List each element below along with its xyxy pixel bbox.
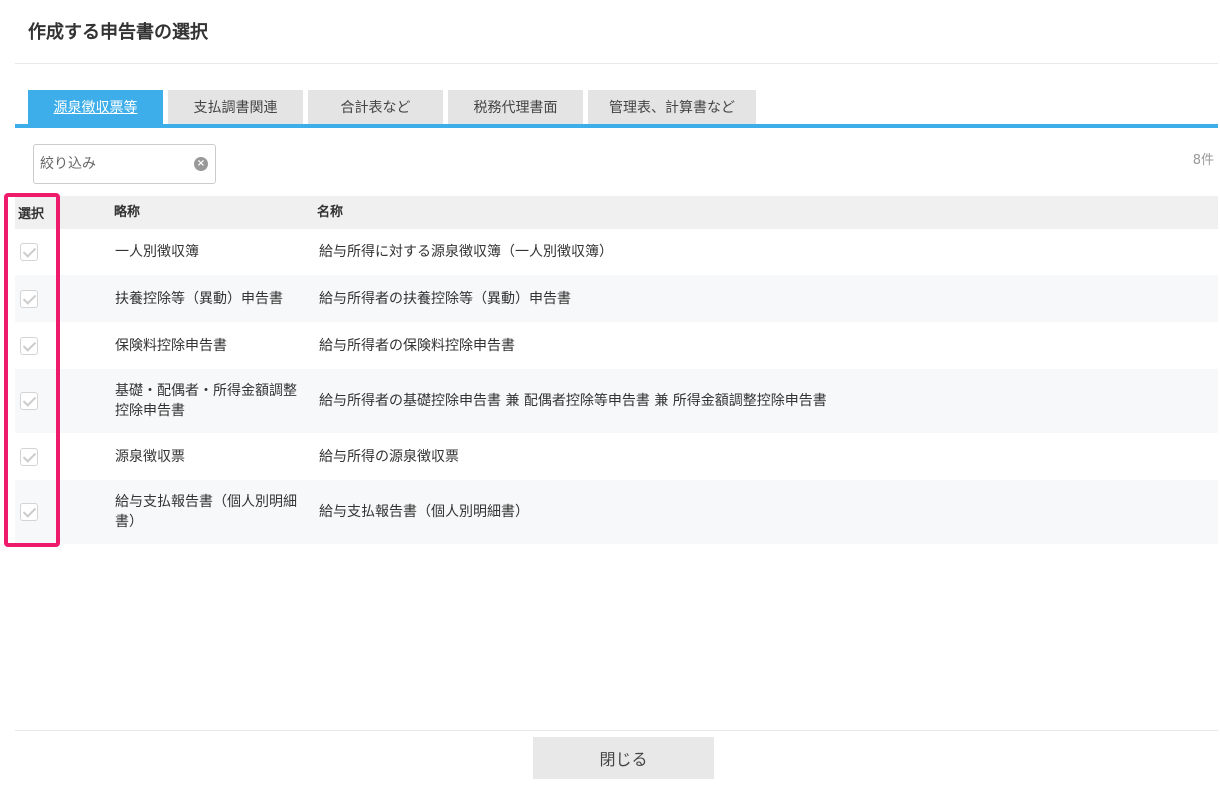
row-checkbox[interactable] — [20, 503, 38, 521]
table-row[interactable]: 給与支払報告書（個人別明細書） 給与支払報告書（個人別明細書） — [15, 480, 1218, 544]
header-select: 選択 — [18, 207, 45, 222]
tab-management-tables[interactable]: 管理表、計算書など — [588, 90, 756, 124]
row-abbr: 保険料控除申告書 — [115, 337, 227, 354]
table-row[interactable]: 基礎・配偶者・所得金額調整控除申告書 給与所得者の基礎控除申告書 兼 配偶者控除… — [15, 369, 1218, 433]
result-count: 8件 — [1192, 153, 1214, 168]
header-name: 名称 — [317, 204, 344, 220]
footer-divider — [15, 730, 1218, 731]
row-abbr: 扶養控除等（異動）申告書 — [115, 290, 283, 307]
row-abbr: 一人別徴収簿 — [115, 244, 199, 260]
row-name: 給与所得者の基礎控除申告書 兼 配偶者控除等申告書 兼 所得金額調整控除申告書 — [319, 393, 827, 409]
row-checkbox[interactable] — [20, 289, 38, 308]
tab-payment-records[interactable]: 支払調書関連 — [168, 90, 303, 124]
row-checkbox[interactable] — [20, 336, 38, 355]
dialog-title: 作成する申告書の選択 — [28, 22, 208, 43]
table-row[interactable]: 保険料控除申告書 給与所得者の保険料控除申告書 — [15, 322, 1218, 369]
row-abbr: 源泉徴収票 — [115, 448, 185, 465]
filter-input[interactable] — [40, 156, 190, 172]
tab-summary-tables[interactable]: 合計表など — [308, 90, 443, 124]
row-checkbox[interactable] — [20, 447, 38, 466]
header-divider — [15, 63, 1218, 64]
document-table: 選択 略称 名称 一人別徴収簿 給与所得に対する源泉徴収簿（一人別徴収簿） 扶養… — [15, 196, 1218, 544]
tab-tax-agent-documents[interactable]: 税務代理書面 — [448, 90, 583, 124]
close-button[interactable]: 閉じる — [533, 737, 714, 779]
row-abbr: 基礎・配偶者・所得金額調整控除申告書 — [115, 383, 297, 419]
header-abbr: 略称 — [114, 204, 141, 220]
row-name: 給与所得の源泉徴収票 — [319, 448, 459, 465]
row-abbr: 給与支払報告書（個人別明細書） — [115, 494, 297, 530]
table-row[interactable]: 扶養控除等（異動）申告書 給与所得者の扶養控除等（異動）申告書 — [15, 275, 1218, 322]
clear-icon[interactable]: × — [194, 157, 208, 171]
table-row[interactable]: 源泉徴収票 給与所得の源泉徴収票 — [15, 433, 1218, 480]
tab-bar: 源泉徴収票等 支払調書関連 合計表など 税務代理書面 管理表、計算書など — [28, 90, 756, 124]
filter-box: × — [33, 144, 216, 184]
row-checkbox[interactable] — [20, 243, 38, 261]
row-checkbox[interactable] — [20, 392, 38, 410]
table-row[interactable]: 一人別徴収簿 給与所得に対する源泉徴収簿（一人別徴収簿） — [15, 229, 1218, 275]
row-name: 給与所得者の扶養控除等（異動）申告書 — [319, 290, 571, 307]
row-name: 給与所得に対する源泉徴収簿（一人別徴収簿） — [319, 244, 613, 260]
table-header: 選択 略称 名称 — [15, 196, 1218, 229]
tab-withholding-slips[interactable]: 源泉徴収票等 — [28, 90, 163, 124]
tab-underline — [15, 124, 1218, 128]
row-name: 給与所得者の保険料控除申告書 — [319, 337, 515, 354]
row-name: 給与支払報告書（個人別明細書） — [319, 504, 529, 520]
